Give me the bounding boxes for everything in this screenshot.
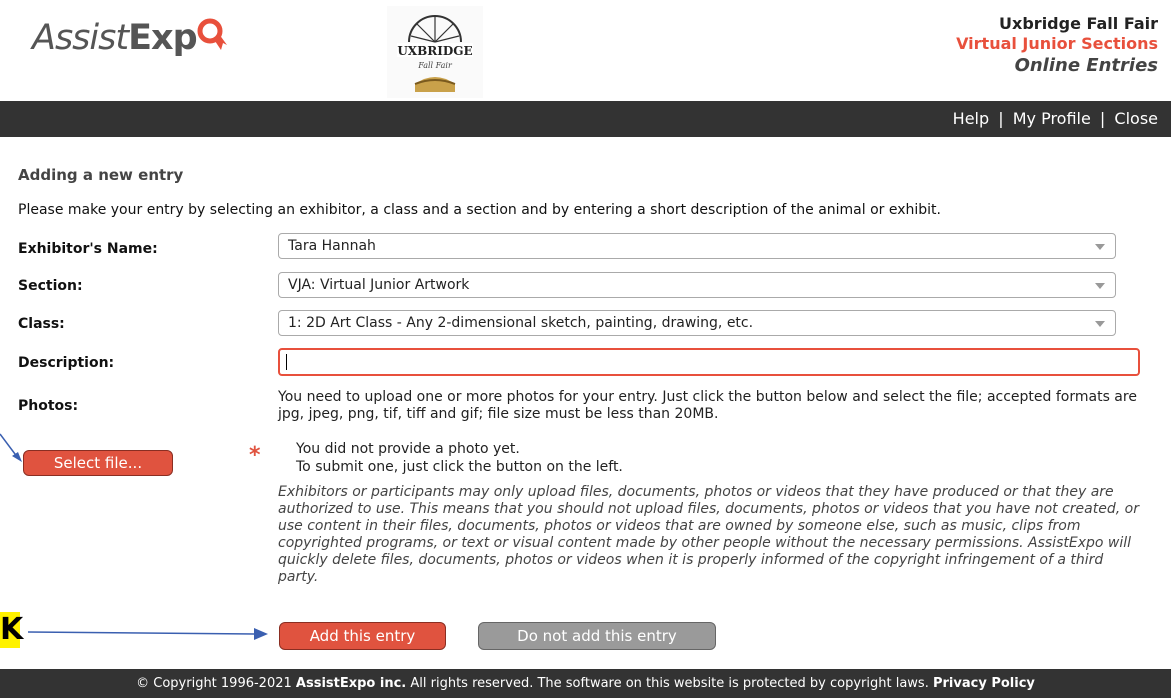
add-entry-button[interactable]: Add this entry [279,622,446,650]
footer: © Copyright 1996-2021 AssistExpo inc. Al… [0,669,1171,698]
chevron-down-icon [1095,321,1105,327]
nav-separator: | [1099,109,1106,128]
photos-help-text: You need to upload one or more photos fo… [278,389,1137,422]
fair-subtitle: Virtual Junior Sections [956,34,1158,53]
fair-title-block: Uxbridge Fall Fair Virtual Junior Sectio… [956,14,1158,78]
close-link[interactable]: Close [1114,109,1158,128]
photo-status: You did not provide a photo yet. To subm… [296,440,623,476]
copyright-disclaimer: Exhibitors or participants may only uplo… [278,484,1139,585]
uxbridge-fair-logo: UXBRIDGE Fall Fair [387,6,483,98]
select-file-button[interactable]: Select file... [23,450,173,476]
description-label: Description: [18,355,115,371]
chevron-down-icon [1095,244,1105,250]
text-caret [286,354,287,370]
svg-text:Fall Fair: Fall Fair [417,61,453,70]
privacy-policy-link[interactable]: Privacy Policy [933,676,1035,691]
nav-links: Help | My Profile | Close [953,109,1158,128]
nav-separator: | [998,109,1004,128]
exhibitor-label: Exhibitor's Name: [18,241,158,257]
photos-label: Photos: [18,398,79,414]
header: AssistExp UXBRIDGE Fall Fair Uxbridge Fa… [0,0,1171,101]
assistexpo-logo[interactable]: AssistExp [32,18,227,58]
svg-text:UXBRIDGE: UXBRIDGE [397,44,472,58]
class-label: Class: [18,316,65,332]
fair-name: Uxbridge Fall Fair [999,14,1158,33]
my-profile-link[interactable]: My Profile [1013,109,1091,128]
exhibitor-value: Tara Hannah [288,238,376,254]
help-link[interactable]: Help [953,109,989,128]
annotation-arrow-icon [0,433,22,462]
description-input[interactable] [278,348,1140,376]
copyright-text: All rights reserved. The software on thi… [406,676,933,691]
chevron-down-icon [1095,283,1105,289]
intro-text: Please make your entry by selecting an e… [18,202,941,218]
section-label: Section: [18,278,83,294]
online-entries-title: Online Entries [1014,55,1158,76]
exhibitor-select[interactable]: Tara Hannah [278,233,1116,259]
cancel-entry-button[interactable]: Do not add this entry [478,622,716,650]
photo-status-line: You did not provide a photo yet. [296,441,520,457]
ribbon-icon [197,18,227,50]
section-select[interactable]: VJA: Virtual Junior Artwork [278,272,1116,298]
top-nav-bar: Help | My Profile | Close [0,101,1171,137]
required-mark: * [249,443,261,468]
annotation-highlight-text: K [0,612,24,647]
class-value: 1: 2D Art Class - Any 2-dimensional sket… [288,315,754,331]
photo-status-line: To submit one, just click the button on … [296,459,623,475]
company-name: AssistExpo inc. [295,676,407,691]
section-value: VJA: Virtual Junior Artwork [288,277,470,293]
class-select[interactable]: 1: 2D Art Class - Any 2-dimensional sket… [278,310,1116,336]
annotation-arrow-icon [28,628,268,640]
copyright-prefix: © Copyright 1996-2021 [136,676,296,691]
page-title: Adding a new entry [18,166,184,184]
